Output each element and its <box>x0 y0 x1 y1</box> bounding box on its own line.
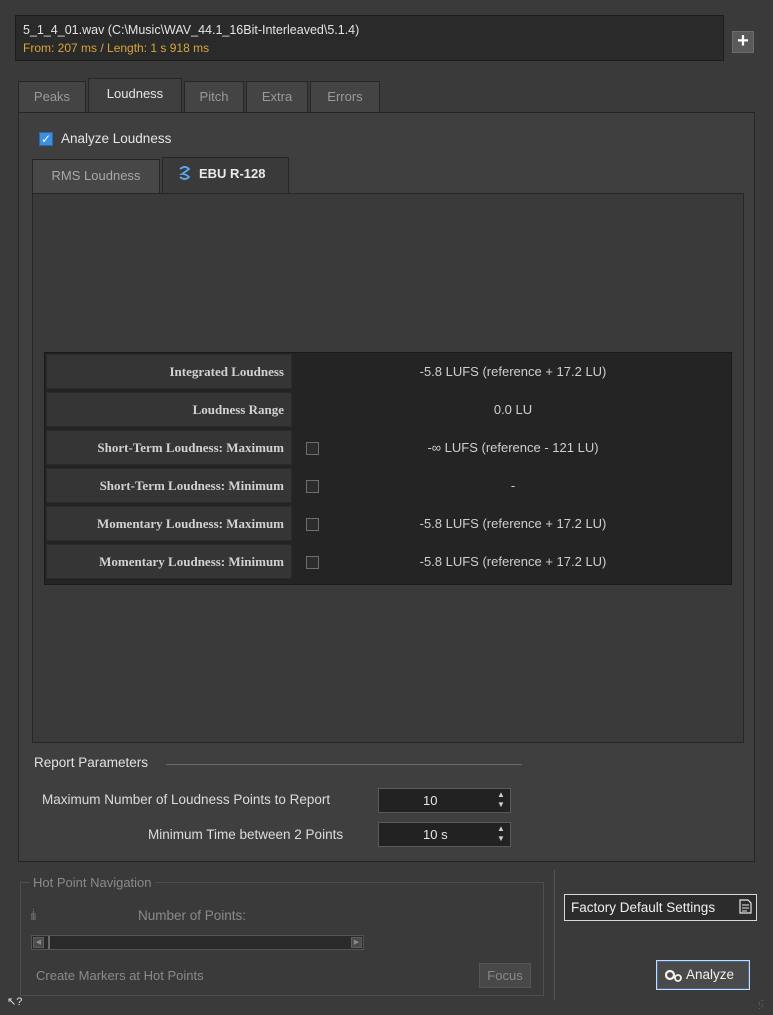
file-name: 5_1_4_01.wav (C:\Music\WAV_44.1_16Bit-In… <box>23 23 360 37</box>
result-value: 0.0 LU <box>493 402 533 417</box>
result-value: - <box>510 478 516 493</box>
hot-points-slider[interactable]: ◀ ▶ <box>31 935 364 950</box>
factory-default-settings-button[interactable]: Factory Default Settings <box>564 894 757 921</box>
level-meter-icon: ıİı <box>30 908 37 923</box>
ebu-icon <box>179 166 191 180</box>
add-button[interactable]: + <box>732 31 754 53</box>
slider-left-icon[interactable]: ◀ <box>33 937 44 948</box>
result-label: Momentary Loudness: Minimum <box>46 544 292 579</box>
report-divider <box>166 764 522 765</box>
result-label: Short-Term Loudness: Maximum <box>46 430 292 465</box>
document-icon <box>739 899 752 914</box>
tab-errors[interactable]: Errors <box>310 81 380 113</box>
loudness-results-table: Integrated Loudness -5.8 LUFS (reference… <box>44 352 732 585</box>
factory-button-label: Factory Default Settings <box>571 900 716 915</box>
help-icon[interactable]: ↖? <box>7 995 22 1008</box>
table-row: Short-Term Loudness: Minimum - <box>45 467 731 505</box>
focus-button[interactable]: Focus <box>479 963 531 988</box>
result-label: Loudness Range <box>46 392 292 427</box>
file-info-box: 5_1_4_01.wav (C:\Music\WAV_44.1_16Bit-In… <box>15 15 724 61</box>
subtab-ebu-label: EBU R-128 <box>199 166 266 181</box>
slider-right-icon[interactable]: ▶ <box>351 937 362 948</box>
spin-arrows-icon[interactable]: ▲ ▼ <box>496 824 506 844</box>
tab-loudness[interactable]: Loudness <box>88 78 182 113</box>
result-value: -5.8 LUFS (reference + 17.2 LU) <box>419 554 607 569</box>
subtab-ebu-r128[interactable]: EBU R-128 <box>162 157 289 194</box>
analyze-loudness-label: Analyze Loudness <box>61 131 172 146</box>
table-row: Short-Term Loudness: Maximum -∞ LUFS (re… <box>45 429 731 467</box>
number-of-points-label: Number of Points: <box>138 908 247 923</box>
max-points-label: Maximum Number of Loudness Points to Rep… <box>42 792 331 807</box>
result-value: -5.8 LUFS (reference + 17.2 LU) <box>419 364 607 379</box>
hot-point-navigation-title: Hot Point Navigation <box>30 875 155 890</box>
result-label: Momentary Loudness: Maximum <box>46 506 292 541</box>
result-value: -∞ LUFS (reference - 121 LU) <box>427 440 599 455</box>
table-row: Integrated Loudness -5.8 LUFS (reference… <box>45 353 731 391</box>
analyze-button[interactable]: Analyze <box>656 960 750 990</box>
resize-grip-icon[interactable]: ·::· <box>758 998 764 1011</box>
tab-pitch[interactable]: Pitch <box>184 81 244 113</box>
analyze-loudness-checkbox[interactable]: ✓ <box>39 132 53 146</box>
tab-peaks[interactable]: Peaks <box>18 81 86 113</box>
subtab-rms-loudness[interactable]: RMS Loudness <box>32 159 160 193</box>
min-time-label: Minimum Time between 2 Points <box>148 827 344 842</box>
spin-arrows-icon[interactable]: ▲ ▼ <box>496 790 506 810</box>
result-label: Integrated Loudness <box>46 354 292 389</box>
analyze-button-label: Analyze <box>686 967 735 982</box>
table-row: Momentary Loudness: Maximum -5.8 LUFS (r… <box>45 505 731 543</box>
tab-extra[interactable]: Extra <box>246 81 308 113</box>
create-markers-label: Create Markers at Hot Points <box>36 968 204 983</box>
file-range: From: 207 ms / Length: 1 s 918 ms <box>23 41 210 55</box>
report-parameters-title: Report Parameters <box>34 755 149 770</box>
min-time-value: 10 s <box>423 827 448 842</box>
table-row: Loudness Range 0.0 LU <box>45 391 731 429</box>
min-time-spinbox[interactable]: 10 s ▲ ▼ <box>378 822 511 847</box>
table-row: Momentary Loudness: Minimum -5.8 LUFS (r… <box>45 543 731 581</box>
gears-icon <box>665 969 682 982</box>
max-points-value: 10 <box>423 793 438 808</box>
result-value: -5.8 LUFS (reference + 17.2 LU) <box>419 516 607 531</box>
section-divider <box>554 870 555 1000</box>
max-points-spinbox[interactable]: 10 ▲ ▼ <box>378 788 511 813</box>
slider-handle[interactable] <box>48 936 50 949</box>
result-label: Short-Term Loudness: Minimum <box>46 468 292 503</box>
